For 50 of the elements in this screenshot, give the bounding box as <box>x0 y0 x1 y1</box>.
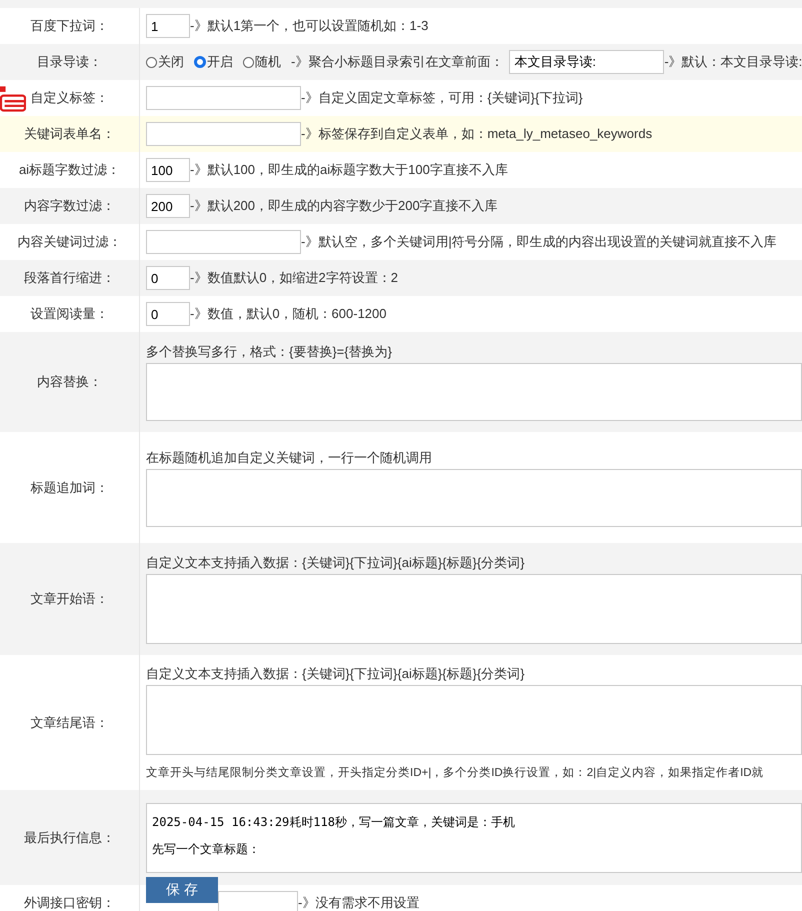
field-label: 设置阅读量： <box>30 305 108 323</box>
hint-text: -》标签保存到自定义表单，如：meta_ly_metaseo_keywords <box>301 125 652 143</box>
hint-text: -》没有需求不用设置 <box>298 894 420 911</box>
text-field[interactable]: 100 <box>146 158 190 182</box>
hint-text: -》聚合小标题目录索引在文章前面： <box>291 53 504 71</box>
field-label: 内容关键词过滤： <box>18 233 122 251</box>
field-label: 百度下拉词： <box>30 17 108 35</box>
text-field[interactable]: 0 <box>146 266 190 290</box>
field-label: 自定义标签： <box>30 89 108 107</box>
field-label: 外调接口密钥： <box>24 894 115 911</box>
text-area[interactable] <box>146 363 802 421</box>
text-field[interactable] <box>146 86 301 110</box>
field-label: 最后执行信息： <box>24 828 115 846</box>
field-label: 标题追加词： <box>30 478 108 496</box>
text-field[interactable] <box>146 230 301 254</box>
text-field[interactable]: 0 <box>146 302 190 326</box>
field-label: 关键词表单名： <box>24 125 115 143</box>
hint-text: -》默认200，即生成的内容字数少于200字直接不入库 <box>190 197 498 215</box>
field-label: 文章开始语： <box>30 590 108 608</box>
hint-text: -》默认1第一个，也可以设置随机如：1-3 <box>190 17 428 35</box>
radio-option[interactable]: 随机 <box>243 53 281 71</box>
text-field[interactable] <box>146 122 301 146</box>
field-label: 目录导读： <box>37 53 102 71</box>
field-note: 在标题随机追加自定义关键词，一行一个随机调用 <box>146 448 433 466</box>
hint-text: -》默认空，多个关键词用|符号分隔，即生成的内容出现设置的关键词就直接不入库 <box>301 233 777 251</box>
hint-text: -》自定义固定文章标签，可用：{关键词}{下拉词} <box>301 89 583 107</box>
field-note: 自定义文本支持插入数据：{关键词}{下拉词}{ai标题}{标题}{分类词} <box>146 665 526 683</box>
text-field[interactable]: 1 <box>146 14 190 38</box>
field-note: 文章开头与结尾限制分类文章设置，开头指定分类ID+|，多个分类ID换行设置，如：2|自定义内容，如果指定作者ID就 <box>146 765 765 780</box>
hint-text: -》默认100，即生成的ai标题字数大于100字直接不入库 <box>190 161 508 179</box>
save-button[interactable]: 保存 <box>146 877 218 903</box>
text-field[interactable]: 200 <box>146 194 190 218</box>
field-label: 内容字数过滤： <box>24 197 115 215</box>
field-label: 内容替换： <box>37 373 102 391</box>
text-field[interactable] <box>218 891 298 911</box>
hint-text: -》数值默认0，如缩进2字符设置：2 <box>190 269 398 287</box>
text-field[interactable]: 本文目录导读: <box>509 50 664 74</box>
field-label: 段落首行缩进： <box>24 269 115 287</box>
field-note: 多个替换写多行，格式：{要替换}={替换为} <box>146 343 393 361</box>
field-label: ai标题字数过滤： <box>18 161 120 179</box>
hint-text: -》默认：本文目录导读: <box>664 53 802 71</box>
radio-option[interactable]: 开启 <box>194 53 233 71</box>
field-label: 文章结尾语： <box>30 714 108 732</box>
field-note: 自定义文本支持插入数据：{关键词}{下拉词}{ai标题}{标题}{分类词} <box>146 554 526 572</box>
radio-option[interactable]: 关闭 <box>146 53 184 71</box>
hint-text: -》数值，默认0，随机：600-1200 <box>190 305 386 323</box>
text-area[interactable] <box>146 574 802 644</box>
text-area[interactable] <box>146 468 802 526</box>
text-area[interactable] <box>146 685 802 755</box>
log-output: 2025-04-15 16:43:29耗时118秒，写一篇文章，关键词是：手机 先写一个文章标题： <box>146 802 802 872</box>
